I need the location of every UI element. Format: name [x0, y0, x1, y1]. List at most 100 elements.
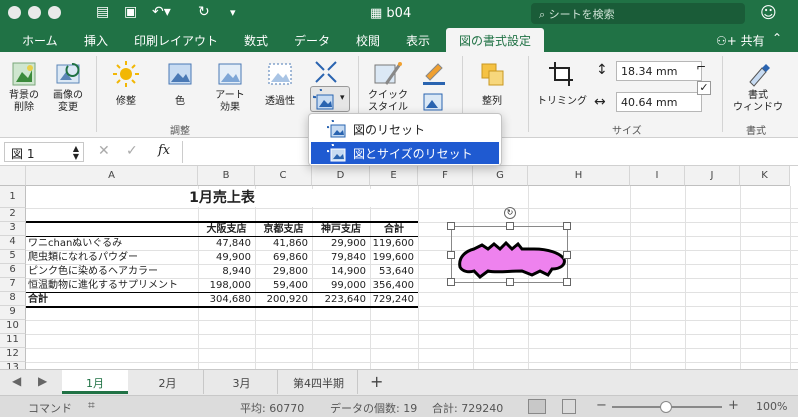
sidebar-icon[interactable]: ▤ — [96, 4, 109, 20]
undo-icon[interactable]: ↶▾ — [152, 4, 171, 20]
zoom-slider-thumb[interactable] — [660, 401, 672, 413]
row-header[interactable]: 3 — [0, 222, 26, 236]
value-cell[interactable]: 41,860 — [255, 237, 312, 251]
zoom-in-icon[interactable]: + — [728, 398, 739, 413]
cancel-icon[interactable]: ✕ — [98, 143, 110, 159]
header-cell[interactable]: 神戸支店 — [312, 223, 370, 237]
value-cell[interactable]: 79,840 — [312, 251, 370, 265]
artistic-effects-button[interactable]: アート 効果 — [208, 56, 252, 114]
resize-handle[interactable] — [563, 251, 571, 259]
tab-page-layout[interactable]: 印刷レイアウト — [134, 32, 218, 49]
row-header[interactable]: 5 — [0, 250, 26, 264]
picture-effects-icon[interactable] — [420, 88, 448, 116]
column-header[interactable]: A — [26, 166, 198, 186]
minimize-window-button[interactable] — [28, 6, 41, 19]
row-header[interactable]: 11 — [0, 334, 26, 348]
resize-handle[interactable] — [506, 222, 514, 230]
page-layout-view-icon[interactable] — [562, 399, 576, 414]
sheet-tab-mar[interactable]: 3月 — [206, 370, 278, 394]
tab-data[interactable]: データ — [294, 32, 330, 49]
item-name-cell[interactable]: ピンク色に染めるヘアカラー — [28, 265, 198, 279]
remove-background-button[interactable]: 背景の 削除 — [4, 56, 44, 114]
resize-handle[interactable] — [563, 278, 571, 286]
column-header[interactable]: F — [418, 166, 473, 186]
row-header[interactable]: 2 — [0, 208, 26, 222]
value-cell[interactable]: 29,900 — [312, 237, 370, 251]
save-icon[interactable]: ▣ — [124, 4, 137, 20]
color-button[interactable]: 色 — [158, 56, 202, 108]
crop-button[interactable]: トリミング — [534, 56, 590, 108]
column-header[interactable]: B — [198, 166, 255, 186]
function-icon[interactable]: fx — [158, 143, 170, 158]
total-value-cell[interactable]: 304,680 — [198, 293, 255, 307]
column-header[interactable]: H — [528, 166, 630, 186]
confirm-icon[interactable]: ✓ — [126, 143, 138, 159]
picture-border-icon[interactable] — [420, 58, 448, 86]
item-name-cell[interactable]: ワニchanぬいぐるみ — [28, 237, 198, 251]
feedback-smiley-icon[interactable]: ☺ — [760, 3, 777, 22]
total-value-cell[interactable]: 223,640 — [312, 293, 370, 307]
tab-home[interactable]: ホーム — [22, 32, 58, 49]
value-cell[interactable]: 59,400 — [255, 279, 312, 293]
sheet-tab-feb[interactable]: 2月 — [132, 370, 204, 394]
sheet-title-cell[interactable]: 1月売上表 — [26, 189, 418, 207]
reset-picture-button[interactable]: ▾ — [310, 86, 350, 112]
value-cell[interactable]: 49,900 — [198, 251, 255, 265]
total-value-cell[interactable]: 200,920 — [255, 293, 312, 307]
sheet-tab-q4[interactable]: 第4四半期 — [280, 370, 358, 394]
resize-handle[interactable] — [447, 222, 455, 230]
next-sheet-icon[interactable]: ▶ — [38, 374, 47, 388]
prev-sheet-icon[interactable]: ◀ — [12, 374, 21, 388]
value-cell[interactable]: 8,940 — [198, 265, 255, 279]
arrange-button[interactable]: 整列 — [472, 56, 512, 108]
row-header[interactable]: 12 — [0, 348, 26, 362]
sheet-tab-jan[interactable]: 1月 — [62, 370, 128, 394]
value-cell[interactable]: 356,400 — [370, 279, 418, 293]
row-header[interactable]: 1 — [0, 186, 26, 208]
item-name-cell[interactable]: 爬虫類になれるパウダー — [28, 251, 198, 265]
transparency-button[interactable]: 透過性 — [258, 56, 302, 108]
zoom-level[interactable]: 100% — [756, 400, 787, 413]
row-header[interactable]: 7 — [0, 278, 26, 292]
corrections-button[interactable]: 修整 — [104, 56, 148, 108]
normal-view-icon[interactable] — [528, 399, 546, 414]
name-box[interactable]: 図 1 ▲ ▼ — [4, 142, 84, 162]
header-cell[interactable]: 大阪支店 — [198, 223, 255, 237]
header-cell[interactable]: 京都支店 — [255, 223, 312, 237]
row-header[interactable]: 6 — [0, 264, 26, 278]
column-header[interactable]: I — [630, 166, 685, 186]
tab-formulas[interactable]: 数式 — [244, 32, 268, 49]
collapse-ribbon-icon[interactable]: ⌃ — [772, 31, 782, 45]
value-cell[interactable]: 198,000 — [198, 279, 255, 293]
share-button[interactable]: ⚇+ 共有 — [716, 32, 765, 49]
change-picture-button[interactable]: 画像の 変更 — [48, 56, 88, 114]
resize-handle[interactable] — [506, 278, 514, 286]
tab-view[interactable]: 表示 — [406, 32, 430, 49]
select-all-corner[interactable] — [0, 166, 26, 186]
tab-picture-format[interactable]: 図の書式設定 — [446, 28, 544, 52]
resize-handle[interactable] — [563, 222, 571, 230]
quick-styles-button[interactable]: クイック スタイル — [364, 56, 412, 114]
value-cell[interactable]: 199,600 — [370, 251, 418, 265]
value-cell[interactable]: 53,640 — [370, 265, 418, 279]
value-cell[interactable]: 29,800 — [255, 265, 312, 279]
add-sheet-icon[interactable]: + — [370, 372, 383, 391]
selected-picture[interactable]: ↻ — [447, 207, 571, 286]
row-header[interactable]: 10 — [0, 320, 26, 334]
macro-record-icon[interactable]: ⌗ — [88, 398, 95, 413]
column-header[interactable]: K — [740, 166, 790, 186]
resize-handle[interactable] — [447, 278, 455, 286]
column-header[interactable]: J — [685, 166, 740, 186]
search-sheet-input[interactable]: ⌕ シートを検索 — [531, 3, 745, 24]
total-label-cell[interactable]: 合計 — [28, 293, 198, 307]
zoom-out-icon[interactable]: − — [596, 398, 607, 413]
menu-item-reset-picture[interactable]: 図のリセット — [311, 118, 499, 140]
tab-insert[interactable]: 挿入 — [84, 32, 108, 49]
width-field[interactable]: 40.64 mm — [616, 92, 702, 112]
column-header[interactable]: C — [255, 166, 312, 186]
column-header[interactable]: G — [473, 166, 528, 186]
column-header[interactable]: E — [370, 166, 418, 186]
spreadsheet-grid[interactable]: A B C D E F G H I J K 1 2 3 4 5 6 7 8 9 … — [0, 166, 798, 369]
format-pane-button[interactable]: 書式 ウィンドウ — [728, 56, 788, 114]
tab-review[interactable]: 校閲 — [356, 32, 380, 49]
